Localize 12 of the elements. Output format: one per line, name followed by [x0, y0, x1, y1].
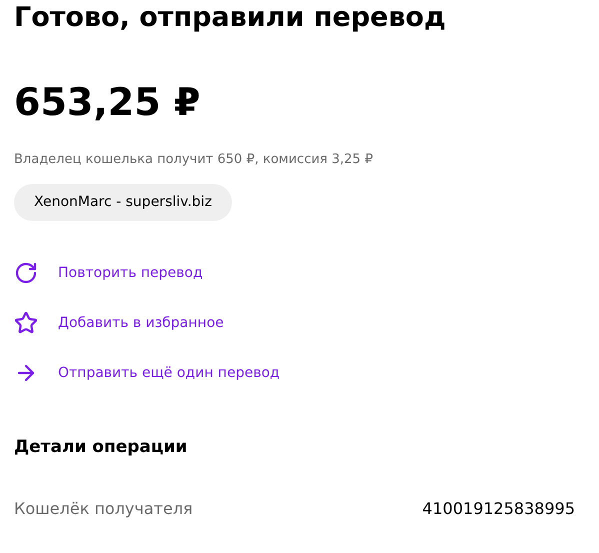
- recipient-chip: XenonMarc - supersliv.biz: [14, 184, 232, 221]
- action-link[interactable]: Добавить в избранное: [58, 312, 224, 334]
- commission-note: Владелец кошелька получит 650 ₽, комиссия 3,25 ₽: [14, 152, 373, 167]
- action-link[interactable]: Повторить перевод: [58, 262, 203, 284]
- section-heading: Детали операции: [14, 436, 188, 459]
- detail-value: 410019125838995: [422, 498, 575, 520]
- refresh-icon: [14, 261, 38, 285]
- star-icon: [14, 311, 38, 335]
- action-link[interactable]: Отправить ещё один перевод: [58, 362, 280, 384]
- detail-label: Кошелёк получателя: [14, 498, 193, 520]
- amount: 653,25 ₽: [14, 83, 200, 121]
- page-title: Готово, отправили перевод: [14, 4, 446, 31]
